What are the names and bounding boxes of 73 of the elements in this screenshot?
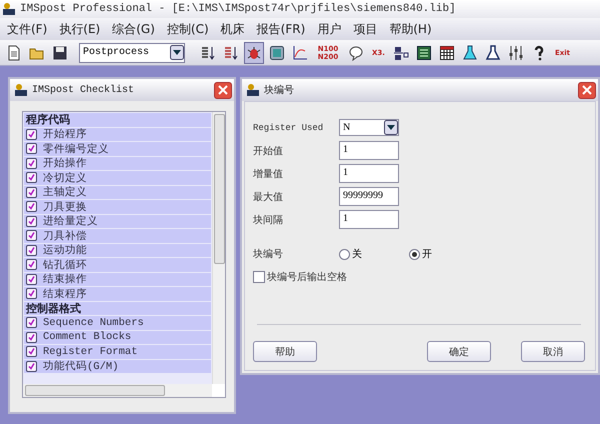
input-field[interactable]: 99999999 (339, 187, 399, 206)
new-file-icon (6, 44, 22, 60)
table-icon (438, 44, 455, 60)
toolbar-button[interactable] (244, 42, 264, 64)
checkbox[interactable] (26, 143, 37, 154)
dialog-button[interactable]: 确定 (427, 341, 491, 362)
checkbox[interactable] (26, 274, 37, 285)
input-field[interactable]: 1 (339, 164, 399, 183)
checkbox[interactable] (26, 128, 37, 140)
checkbox[interactable] (26, 244, 37, 256)
menu-item[interactable]: 用户 (312, 20, 346, 38)
mode-dropdown[interactable]: Postprocess (79, 42, 185, 62)
field-label: 块编号 (253, 248, 284, 261)
radio-dot-icon (412, 252, 417, 256)
register-dropdown[interactable]: N (339, 119, 399, 136)
checkbox[interactable] (26, 216, 37, 227)
field-label: 块间隔 (253, 214, 284, 226)
fraction-icon (392, 44, 409, 60)
speech-bubble-icon (348, 44, 364, 60)
flask-icon (484, 44, 501, 60)
dialog-button[interactable]: 帮助 (253, 341, 317, 362)
menu-item[interactable]: 综合(G) (107, 20, 160, 38)
field-label: 开始值 (253, 144, 284, 158)
checkbox[interactable] (26, 259, 37, 270)
panel-icon (269, 44, 285, 60)
horizontal-scrollbar[interactable] (23, 384, 212, 397)
window-title: 块编号 (264, 84, 295, 97)
checkbox[interactable] (26, 172, 37, 184)
window-title: IMSpost Professional - [E:\IMS\IMSpost74r\prjfiles\siemens840.lib] (20, 3, 456, 15)
dialog-button[interactable]: 取消 (521, 341, 585, 362)
field-label: 最大值 (253, 190, 284, 204)
app-icon (246, 83, 260, 97)
checkbox-label: 块编号后输出空格 (267, 270, 347, 284)
menu-item[interactable]: 文件(F) (2, 20, 52, 38)
checkbox[interactable] (26, 360, 37, 372)
radio-button[interactable]: 关 (339, 247, 409, 261)
checkbox[interactable] (26, 230, 37, 242)
checkbox[interactable] (26, 346, 37, 358)
menu-item[interactable]: 报告(FR) (252, 20, 310, 38)
checkbox[interactable] (26, 288, 37, 300)
checkbox[interactable] (26, 186, 37, 198)
input-field[interactable]: 1 (339, 210, 399, 229)
close-button[interactable] (214, 82, 232, 98)
checkbox[interactable] (26, 201, 37, 212)
app-icon (2, 2, 16, 16)
section-heading: 程序代码 (26, 112, 70, 128)
checkbox[interactable] (26, 332, 37, 343)
window-title: IMSpost Checklist (32, 84, 136, 96)
sort-down-icon (223, 44, 239, 60)
field-label: Register Used (253, 122, 324, 132)
input-field[interactable]: 1 (339, 141, 399, 160)
menu-item[interactable]: 控制(C) (162, 20, 214, 38)
checkbox[interactable] (26, 158, 37, 169)
sliders-icon (508, 44, 524, 60)
radio-button[interactable]: 开 (409, 247, 479, 261)
section-heading: 控制器格式 (26, 302, 81, 316)
vertical-scrollbar[interactable] (212, 112, 225, 384)
graph-icon (292, 44, 308, 60)
close-icon (582, 85, 592, 95)
menu-item[interactable]: 项目 (348, 20, 382, 38)
sort-down-icon (200, 44, 216, 60)
field-label: 增量值 (253, 168, 284, 180)
flask-icon (462, 44, 478, 60)
app-icon (14, 83, 28, 97)
checkbox[interactable] (26, 317, 37, 328)
grid-icon (416, 44, 432, 60)
close-button[interactable] (578, 82, 596, 98)
checkbox[interactable] (253, 271, 265, 283)
menu-item[interactable]: 机床 (216, 20, 250, 38)
close-icon (218, 85, 228, 95)
menu-item[interactable]: 执行(E) (54, 20, 106, 38)
menu-item[interactable]: 帮助(H) (384, 20, 437, 38)
bug-icon (246, 44, 262, 60)
